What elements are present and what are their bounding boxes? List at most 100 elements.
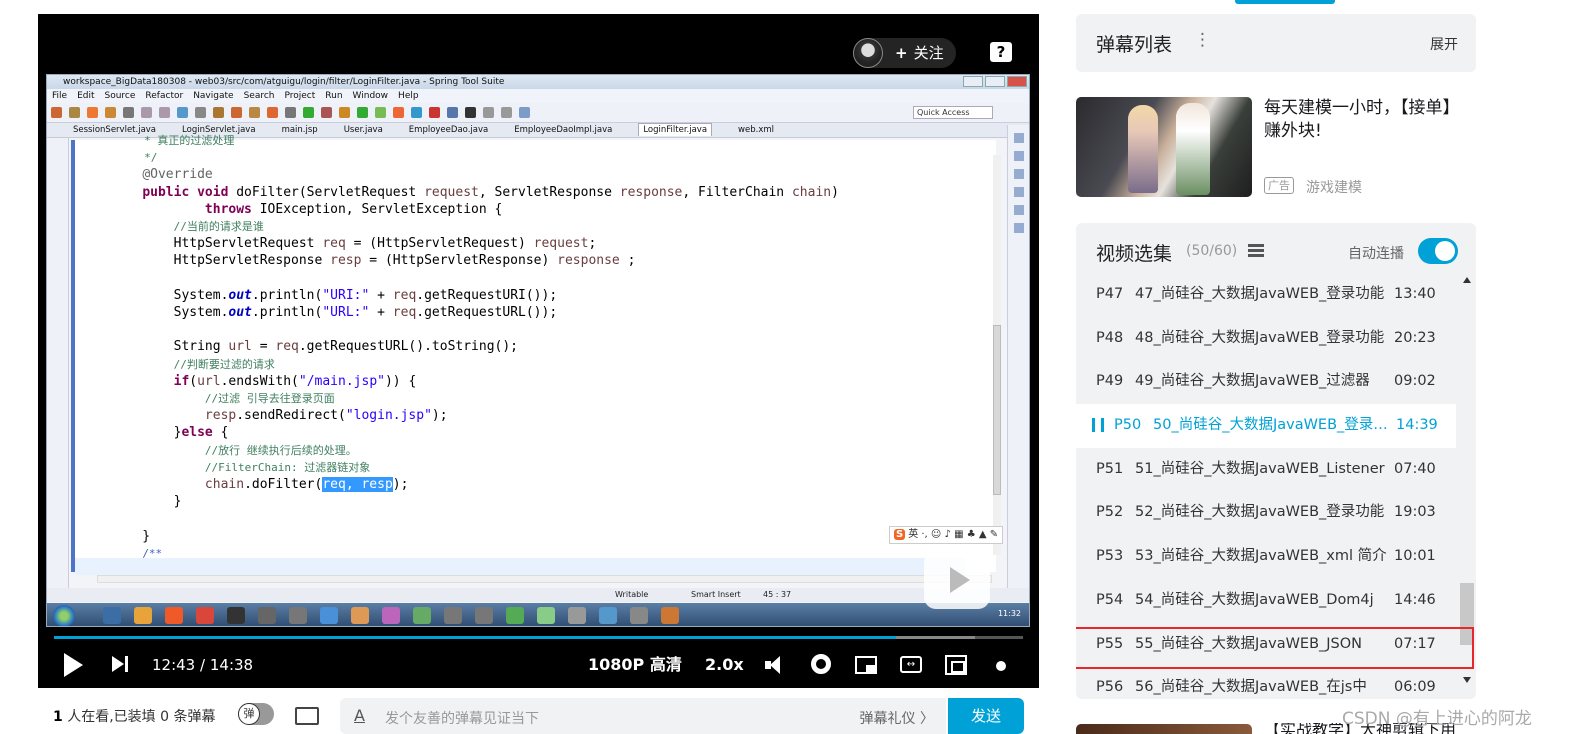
viewer-count: 1 人在看,已装填 0 条弹幕	[53, 709, 216, 725]
progress-fill	[54, 636, 897, 639]
total-duration: 14:38	[209, 656, 254, 674]
ide-toolbar-icon	[87, 107, 98, 118]
taskbar-app-icon	[661, 607, 679, 624]
active-episode-highlight-box	[1076, 627, 1474, 669]
ad-title[interactable]: 每天建模一小时，【接单】赚外块!	[1264, 97, 1476, 143]
episode-duration: 09:02	[1394, 373, 1436, 390]
picture-in-picture-icon[interactable]	[855, 656, 877, 674]
taskbar-app-icon	[134, 607, 152, 624]
episode-name: 53_尚硅谷_大数据JavaWEB_xml 简介	[1135, 548, 1387, 565]
episode-name: 49_尚硅谷_大数据JavaWEB_过滤器	[1135, 373, 1370, 390]
danmaku-toggle-knob: 弹	[238, 703, 260, 725]
csdn-watermark: CSDN @有上进心的阿龙	[1342, 709, 1532, 729]
help-icon[interactable]: ?	[990, 42, 1012, 62]
episode-code: P50	[1114, 417, 1142, 434]
danmaku-toggle[interactable]: 弹	[238, 703, 274, 725]
uploader-avatar[interactable]	[853, 38, 883, 68]
ide-toolbar-icon	[483, 107, 494, 118]
ide-toolbar-icon	[303, 107, 314, 118]
volume-icon[interactable]	[765, 655, 787, 675]
widescreen-icon[interactable]: ↔	[900, 656, 922, 673]
ide-toolbar: Quick Access	[47, 103, 1029, 123]
ide-toolbar-icon	[465, 107, 476, 118]
time-separator: /	[200, 656, 206, 674]
ad-thumbnail[interactable]	[1076, 97, 1252, 197]
taskbar-app-icon	[630, 607, 648, 624]
ad-source[interactable]: 游戏建模	[1306, 177, 1362, 197]
font-style-icon[interactable]: A	[354, 706, 365, 725]
expand-button[interactable]: 展开	[1430, 34, 1458, 54]
scroll-down-icon[interactable]	[1463, 677, 1471, 683]
video-player[interactable]: + 关注 ? workspace_BigData180308 - web03/sr…	[38, 14, 1039, 688]
episode-name: 48_尚硅谷_大数据JavaWEB_登录功能	[1135, 329, 1385, 346]
taskbar-app-icon	[103, 607, 121, 624]
scroll-up-icon[interactable]	[1463, 277, 1471, 283]
ide-toolbar-icon	[429, 107, 440, 118]
web-fullscreen-icon[interactable]	[945, 655, 967, 675]
ide-title-bar: workspace_BigData180308 - web03/src/com/…	[47, 75, 1029, 89]
current-time: 12:43	[152, 656, 196, 674]
taskbar-app-icon	[444, 607, 462, 624]
taskbar-app-icon	[351, 607, 369, 624]
follow-label: 关注	[913, 44, 944, 62]
more-options-icon[interactable]: ⋮	[1194, 30, 1211, 50]
ide-menu-item: Window	[352, 91, 389, 101]
danmaku-list-header[interactable]: 弹幕列表 ⋮ 展开	[1076, 14, 1476, 72]
next-episode-icon[interactable]	[112, 656, 124, 672]
playlist-item[interactable]: P50 50_尚硅谷_大数据JavaWEB_登录功能 14:39	[1076, 404, 1456, 448]
ad-card[interactable]: 每天建模一小时，【接单】赚外块! 广告 游戏建模	[1076, 97, 1476, 199]
ide-toolbar-icon	[447, 107, 458, 118]
playlist-item[interactable]: P51 51_尚硅谷_大数据JavaWEB_Listener 07:40	[1076, 448, 1456, 492]
list-view-icon[interactable]	[1248, 244, 1264, 257]
taskbar-app-icon	[506, 607, 524, 624]
episode-name: 54_尚硅谷_大数据JavaWEB_Dom4j	[1135, 591, 1374, 608]
playlist-item[interactable]: P52 52_尚硅谷_大数据JavaWEB_登录功能 19:03	[1076, 491, 1456, 535]
play-icon[interactable]	[64, 653, 83, 677]
danmaku-etiquette-link[interactable]: 弹幕礼仪 〉	[860, 708, 934, 728]
ide-toolbar-icon	[231, 107, 242, 118]
episode-duration: 14:46	[1394, 591, 1436, 608]
ide-menu-bar: File Edit Source Refactor Navigate Search Proj…	[47, 89, 1029, 103]
playlist-item[interactable]: P49 49_尚硅谷_大数据JavaWEB_过滤器 09:02	[1076, 360, 1456, 404]
speed-button[interactable]: 2.0x	[705, 642, 744, 688]
recommended-thumbnail[interactable]	[1076, 724, 1252, 734]
ime-toolbar: S英 ·, ☺ ♪ ▦ ♣ ▲ ✎	[889, 526, 1004, 544]
settings-gear-icon[interactable]	[811, 654, 831, 674]
ide-vertical-scrollbar	[993, 155, 1001, 555]
ide-toolbar-icon	[105, 107, 116, 118]
ide-toolbar-icon	[519, 107, 530, 118]
status-writable: Writable	[615, 590, 649, 599]
playlist-item[interactable]: P54 54_尚硅谷_大数据JavaWEB_Dom4j 14:46	[1076, 579, 1456, 623]
playlist-item[interactable]: P56 56_尚硅谷_大数据JavaWEB_在js中 06:09	[1076, 666, 1456, 699]
playlist-item[interactable]: P48 48_尚硅谷_大数据JavaWEB_登录功能 20:23	[1076, 317, 1456, 361]
autoplay-toggle[interactable]	[1418, 238, 1458, 264]
quality-button[interactable]: 1080P 高清	[588, 642, 682, 688]
player-controls: 12:43 / 14:38 1080P 高清 2.0x ↔	[38, 642, 1039, 688]
playlist-item[interactable]: P47 47_尚硅谷_大数据JavaWEB_登录功能 13:40	[1076, 273, 1456, 317]
danmaku-input[interactable]: A 发个友善的弹幕见证当下 弹幕礼仪 〉	[340, 698, 946, 734]
playlist-item[interactable]: P53 53_尚硅谷_大数据JavaWEB_xml 简介 10:01	[1076, 535, 1456, 579]
episode-code: P52	[1096, 504, 1124, 521]
ide-code-editor: * 真正的过滤处理 */ @Override public void doFil…	[71, 134, 996, 575]
send-button[interactable]: 发送	[948, 698, 1024, 734]
autoplay-label: 自动连播	[1348, 246, 1404, 262]
follow-button[interactable]: + 关注	[853, 38, 956, 68]
header-accent-bar	[1235, 0, 1335, 4]
episode-duration: 14:39	[1396, 417, 1438, 434]
ide-menu-item: Source	[104, 91, 136, 101]
status-cursor-position: 45 : 37	[763, 590, 792, 599]
ide-menu-item: File	[52, 91, 68, 101]
taskbar-app-icon	[289, 607, 307, 624]
ide-menu-item: Navigate	[193, 91, 234, 101]
ide-left-gutter	[47, 138, 69, 590]
fullscreen-icon[interactable]	[990, 655, 1012, 675]
ide-toolbar-icon	[177, 107, 188, 118]
episode-name: 56_尚硅谷_大数据JavaWEB_在js中	[1135, 679, 1367, 696]
danmaku-send-bar: 1 人在看,已装填 0 条弹幕 弹 A 发个友善的弹幕见证当下 弹幕礼仪 〉 发…	[38, 696, 1039, 734]
danmaku-settings-icon[interactable]	[295, 707, 319, 725]
progress-bar[interactable]	[54, 636, 1023, 639]
episode-duration: 07:40	[1394, 460, 1436, 477]
ide-window-title: workspace_BigData180308 - web03/src/com/…	[63, 77, 505, 87]
windows-start-icon	[53, 605, 75, 626]
taskbar-app-icon	[165, 607, 183, 624]
